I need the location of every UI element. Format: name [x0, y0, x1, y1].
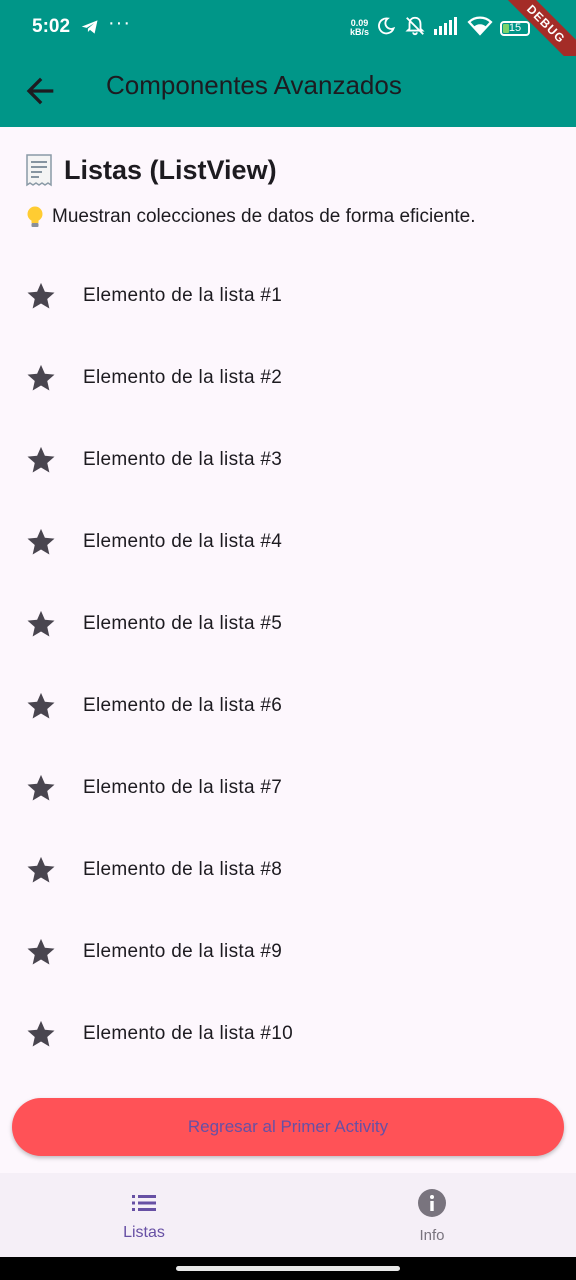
network-speed-unit: kB/s [349, 27, 369, 37]
section-title: Listas (ListView) [64, 154, 277, 185]
list-item[interactable]: Elemento de la lista #7 [0, 747, 576, 829]
nav-label-listas: Listas [123, 1224, 165, 1241]
wifi-icon [467, 16, 493, 41]
item-list: Elemento de la lista #1 Elemento de la li… [0, 255, 576, 1075]
nav-item-listas[interactable]: Listas [0, 1173, 288, 1257]
battery-level: 15 [508, 21, 522, 34]
star-icon [27, 1020, 55, 1047]
list-item-label: Elemento de la lista #5 [83, 613, 283, 634]
star-icon [27, 610, 55, 637]
list-item-label: Elemento de la lista #10 [83, 1023, 293, 1044]
star-icon [27, 446, 55, 473]
network-speed: 0.09 kB/s [350, 19, 369, 37]
list-icon [132, 1195, 156, 1211]
list-item[interactable]: Elemento de la lista #3 [0, 419, 576, 501]
description-text: Muestran colecciones de datos de forma e… [52, 206, 476, 227]
star-icon [27, 774, 55, 801]
app-bar: Componentes Avanzados [0, 56, 576, 127]
star-icon [27, 692, 55, 719]
star-icon [27, 528, 55, 555]
system-gesture-area [0, 1257, 576, 1280]
section-description: Muestran colecciones de datos de forma e… [24, 205, 476, 229]
telegram-icon [80, 17, 100, 42]
home-gesture-bar[interactable] [176, 1266, 400, 1271]
status-bar: 5:02 ··· 0.09 kB/s 15 DEBUG [0, 0, 576, 77]
list-item[interactable]: Elemento de la lista #4 [0, 501, 576, 583]
light-bulb-icon [27, 206, 43, 227]
list-item-label: Elemento de la lista #1 [83, 285, 283, 306]
list-item-label: Elemento de la lista #3 [83, 449, 283, 470]
list-item-label: Elemento de la lista #6 [83, 695, 283, 716]
nav-label-info: Info [419, 1227, 445, 1244]
more-notifications-icon: ··· [108, 12, 131, 34]
list-item-label: Elemento de la lista #9 [83, 941, 283, 962]
list-item-label: Elemento de la lista #4 [83, 531, 283, 552]
bottom-navigation: Listas Info [0, 1173, 576, 1257]
star-icon [27, 282, 55, 309]
section-heading: Listas (ListView) [24, 153, 277, 187]
status-time: 5:02 [32, 16, 71, 37]
star-icon [27, 856, 55, 883]
status-icons: 0.09 kB/s 15 [350, 16, 530, 40]
return-to-first-activity-button[interactable]: Regresar al Primer Activity [12, 1098, 564, 1156]
nav-item-info[interactable]: Info [288, 1173, 576, 1257]
silent-icon [403, 15, 427, 42]
list-item[interactable]: Elemento de la lista #9 [0, 911, 576, 993]
moon-icon [376, 16, 396, 41]
list-item[interactable]: Elemento de la lista #1 [0, 255, 576, 337]
back-button[interactable] [20, 71, 60, 111]
list-item[interactable]: Elemento de la lista #8 [0, 829, 576, 911]
list-item[interactable]: Elemento de la lista #10 [0, 993, 576, 1075]
list-item[interactable]: Elemento de la lista #6 [0, 665, 576, 747]
arrow-back-icon [26, 77, 54, 105]
receipt-icon [26, 154, 52, 187]
list-item-label: Elemento de la lista #8 [83, 859, 283, 880]
signal-icon [434, 16, 460, 40]
star-icon [27, 364, 55, 391]
info-icon [418, 1189, 446, 1217]
star-icon [27, 938, 55, 965]
page-title: Componentes Avanzados [106, 70, 402, 100]
list-item-label: Elemento de la lista #7 [83, 777, 283, 798]
list-item[interactable]: Elemento de la lista #2 [0, 337, 576, 419]
list-item-label: Elemento de la lista #2 [83, 367, 283, 388]
list-item[interactable]: Elemento de la lista #5 [0, 583, 576, 665]
battery-indicator: 15 [500, 20, 530, 36]
